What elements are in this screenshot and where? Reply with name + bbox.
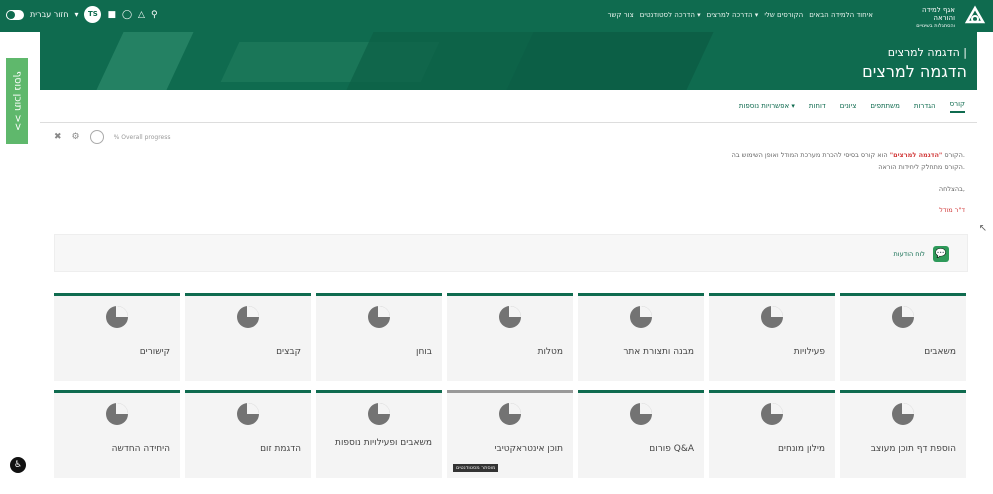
tab-settings[interactable]: הגדרות	[914, 102, 936, 110]
forum-icon: 💬	[933, 246, 949, 262]
description-line: הקורס מתחלק ליחידות הוראה.	[878, 163, 965, 171]
section-label: היחידה החדשה	[111, 444, 170, 454]
section-card[interactable]: משאבים	[840, 293, 966, 381]
section-label: פורום Q&A	[649, 444, 694, 454]
top-left-tools: חזור עברית ▾ TS ■ ◯ △ ⚲	[6, 6, 158, 23]
section-label: תוכן אינטראקטיבי	[494, 444, 563, 454]
section-card[interactable]: היחידה החדשה	[54, 390, 180, 478]
signature: ד"ר מודל	[939, 206, 965, 214]
nav-item[interactable]: הדרכה לסטודנטים ▾	[640, 11, 701, 19]
pie-chart-icon	[368, 403, 390, 425]
brand-line: והוראה	[933, 14, 955, 22]
section-label: מבנה ותצורת אתר	[623, 347, 694, 357]
section-card[interactable]: הוספת דף תוכן מעוצב	[840, 390, 966, 478]
pie-chart-icon	[630, 306, 652, 328]
section-card[interactable]: קישורים	[54, 293, 180, 381]
section-card[interactable]: פורום Q&A	[578, 390, 704, 478]
pie-chart-icon	[499, 306, 521, 328]
brand-line: אגף למידה	[922, 6, 955, 14]
section-card[interactable]: קבצים	[185, 293, 311, 381]
pie-chart-icon	[106, 306, 128, 328]
mouse-cursor-icon: ↖	[978, 223, 987, 234]
nav-item[interactable]: הדרכה למרצים ▾	[707, 11, 759, 19]
pie-chart-icon	[499, 403, 521, 425]
nav-item[interactable]: הקורסים שלי	[764, 11, 803, 19]
section-card[interactable]: בוחן	[316, 293, 442, 381]
section-label: בוחן	[416, 347, 432, 357]
progress-label: % Overall progress	[113, 133, 171, 141]
announcements-forum[interactable]: 💬 לוח הודעות	[54, 234, 968, 272]
bell-icon[interactable]: △	[138, 10, 145, 20]
pie-chart-icon	[892, 403, 914, 425]
section-label: פעילויות	[793, 347, 825, 357]
pie-chart-icon	[237, 403, 259, 425]
tab-grades[interactable]: ציונים	[840, 102, 857, 110]
pie-chart-icon	[761, 403, 783, 425]
video-icon[interactable]: ■	[107, 10, 116, 20]
pie-chart-icon	[106, 403, 128, 425]
greeting: בהצלחה,	[938, 185, 965, 193]
nav-item[interactable]: איחוד הלמידה הבאים	[809, 11, 873, 19]
logo-icon[interactable]	[963, 4, 987, 28]
collapse-icon[interactable]: ✖	[54, 132, 62, 142]
pie-chart-icon	[892, 306, 914, 328]
section-card[interactable]: מילון מונחים	[709, 390, 835, 478]
theme-toggle[interactable]	[6, 9, 24, 20]
language-selector[interactable]: חזור עברית	[30, 10, 68, 19]
tab-course[interactable]: קורס	[949, 100, 965, 113]
chat-icon[interactable]: ◯	[122, 10, 132, 20]
pie-chart-icon	[630, 403, 652, 425]
top-navbar: חזור עברית ▾ TS ■ ◯ △ ⚲ איחוד הלמידה הבא…	[0, 0, 993, 32]
brand-line: והסתגלות בשינויים	[916, 23, 955, 29]
hidden-badge: מוסתר מסטודנטים	[453, 464, 499, 472]
section-card[interactable]: מבנה ותצורת אתר	[578, 293, 704, 381]
accessibility-icon[interactable]: ♿	[10, 457, 26, 473]
section-label: הוספת דף תוכן מעוצב	[870, 444, 956, 454]
main-nav: איחוד הלמידה הבאים הקורסים שלי הדרכה למר…	[608, 11, 873, 19]
tab-participants[interactable]: משתתפים	[870, 102, 900, 110]
section-label: משאבים ופעילויות נוספות	[335, 438, 432, 448]
dropdown-chevron-icon[interactable]: ▾	[74, 10, 78, 19]
section-card[interactable]: משאבים ופעילויות נוספות	[316, 390, 442, 478]
section-label: מטלות	[537, 347, 563, 357]
course-description: הקורס "הדגמה למרצים" הוא קורס בסיסי להכר…	[405, 149, 965, 173]
course-controls: ✖ ⚙ % Overall progress	[54, 130, 170, 144]
section-card[interactable]: מטלות	[447, 293, 573, 381]
progress-circle-icon	[89, 130, 104, 144]
section-label: קישורים	[139, 347, 170, 357]
course-banner: הדגמה למרצים | הדגמה למרצים	[40, 32, 977, 90]
user-avatar[interactable]: TS	[84, 6, 102, 23]
description-line: הקורס "הדגמה למרצים" הוא קורס בסיסי להכר…	[405, 149, 965, 161]
section-card[interactable]: פעילויות	[709, 293, 835, 381]
section-card[interactable]: הדגמת זום	[185, 390, 311, 478]
desc-highlight: "הדגמה למרצים"	[889, 151, 943, 159]
nav-item[interactable]: צור קשר	[608, 11, 634, 19]
section-label: מילון מונחים	[777, 444, 825, 454]
tab-reports[interactable]: דוחות	[809, 102, 826, 110]
pie-chart-icon	[761, 306, 783, 328]
course-title: הדגמה למרצים	[862, 62, 967, 81]
pie-chart-icon	[368, 306, 390, 328]
extra-content-tab[interactable]: תוכן נוסף >>	[6, 58, 28, 144]
divider	[40, 122, 977, 123]
section-label: קבצים	[276, 347, 301, 357]
course-title-small: הדגמה למרצים |	[887, 46, 967, 59]
section-label: הדגמת זום	[260, 444, 301, 454]
brand-text: אגף למידה והוראה והסתגלות בשינויים	[916, 6, 955, 30]
pie-chart-icon	[237, 306, 259, 328]
search-icon[interactable]: ⚲	[151, 10, 158, 20]
tab-more[interactable]: אפשרויות נוספות ▾	[739, 102, 795, 110]
gear-icon[interactable]: ⚙	[72, 132, 80, 142]
section-card[interactable]: תוכן אינטראקטיבי מוסתר מסטודנטים	[447, 390, 573, 478]
section-label: משאבים	[924, 347, 956, 357]
course-tabs: קורס הגדרות משתתפים ציונים דוחות אפשרויו…	[739, 92, 965, 120]
desc-text: הקורס	[942, 151, 963, 159]
forum-label[interactable]: לוח הודעות	[894, 250, 925, 258]
